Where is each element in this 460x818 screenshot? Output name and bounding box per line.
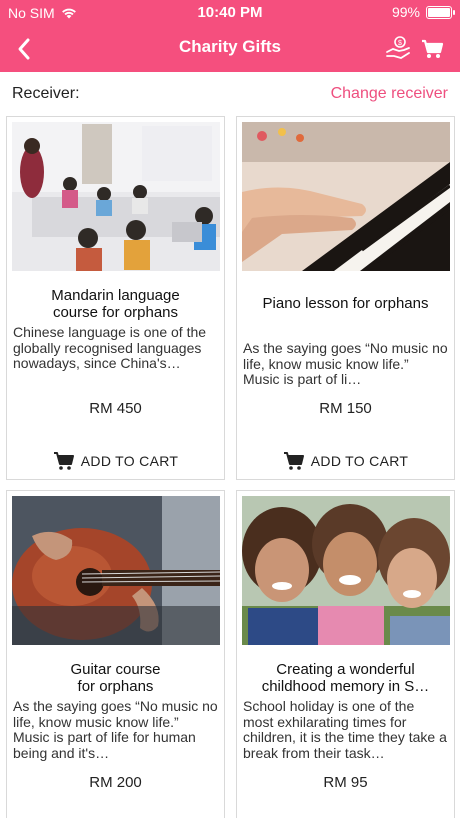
add-to-cart-button[interactable]: ADD TO CART (237, 451, 454, 471)
product-price: RM 95 (323, 774, 368, 791)
product-description: As the saying goes “No music no life, kn… (13, 699, 218, 762)
product-title-line: course for orphans (52, 304, 179, 321)
add-to-cart-button[interactable]: ADD TO CART (7, 451, 224, 471)
charity-hand-icon: $ (386, 36, 410, 59)
product-description-text: Chinese language is one of the globally … (13, 325, 207, 372)
product-card[interactable]: Guitar course for orphans As the saying … (6, 490, 225, 818)
product-title: Guitar course for orphans (13, 661, 218, 695)
product-price: RM 150 (319, 400, 372, 417)
product-description-text: As the saying goes “No music no life, kn… (13, 699, 218, 761)
product-title: Piano lesson for orphans (243, 295, 448, 312)
product-description-text: As the saying goes “No music no life, kn… (243, 341, 448, 387)
change-receiver-link[interactable]: Change receiver (331, 85, 448, 103)
status-right: 99% (391, 4, 455, 20)
add-to-cart-label: ADD TO CART (80, 453, 179, 469)
product-title-line: Guitar course (70, 661, 161, 678)
product-image-classroom (12, 122, 220, 271)
product-title-line: childhood memory in S… (261, 678, 430, 695)
add-to-cart-label: ADD TO CART (310, 453, 409, 469)
product-image-piano (242, 122, 450, 271)
product-title-line: for orphans (77, 678, 154, 695)
charity-button[interactable]: $ (384, 34, 412, 62)
receiver-row: Receiver: Change receiver (0, 72, 460, 114)
product-card[interactable]: Mandarin language course for orphans Chi… (6, 116, 225, 480)
svg-text:$: $ (398, 40, 402, 47)
product-description-text: School holiday is one of the most exhila… (243, 699, 447, 761)
status-bar: No SIM 10:40 PM 99% (0, 0, 460, 26)
product-title: Mandarin language course for orphans (13, 287, 218, 321)
product-image-children (242, 496, 450, 645)
nav-bar: Charity Gifts $ (0, 26, 460, 72)
receiver-label: Receiver: (12, 85, 80, 102)
cart-icon (422, 39, 444, 58)
product-price: RM 450 (89, 400, 142, 417)
product-title-line: Piano lesson for orphans (262, 295, 429, 312)
product-image-guitar (12, 496, 220, 645)
cart-icon (283, 452, 304, 470)
battery-icon (426, 5, 455, 19)
battery-percent: 99% (391, 4, 420, 20)
product-description: As the saying goes “No music no life, kn… (243, 341, 448, 388)
product-title-line: Creating a wonderful (276, 661, 415, 678)
product-price: RM 200 (89, 774, 142, 791)
product-description: Chinese language is one of the globally … (13, 325, 218, 372)
product-description: School holiday is one of the most exhila… (243, 699, 448, 762)
product-title-line: Mandarin language (51, 287, 180, 304)
product-title: Creating a wonderful childhood memory in… (243, 661, 448, 695)
cart-icon (53, 452, 74, 470)
cart-button[interactable] (418, 34, 446, 62)
product-card[interactable]: Creating a wonderful childhood memory in… (236, 490, 455, 818)
battery-fill (428, 7, 450, 17)
product-card[interactable]: Piano lesson for orphans As the saying g… (236, 116, 455, 480)
